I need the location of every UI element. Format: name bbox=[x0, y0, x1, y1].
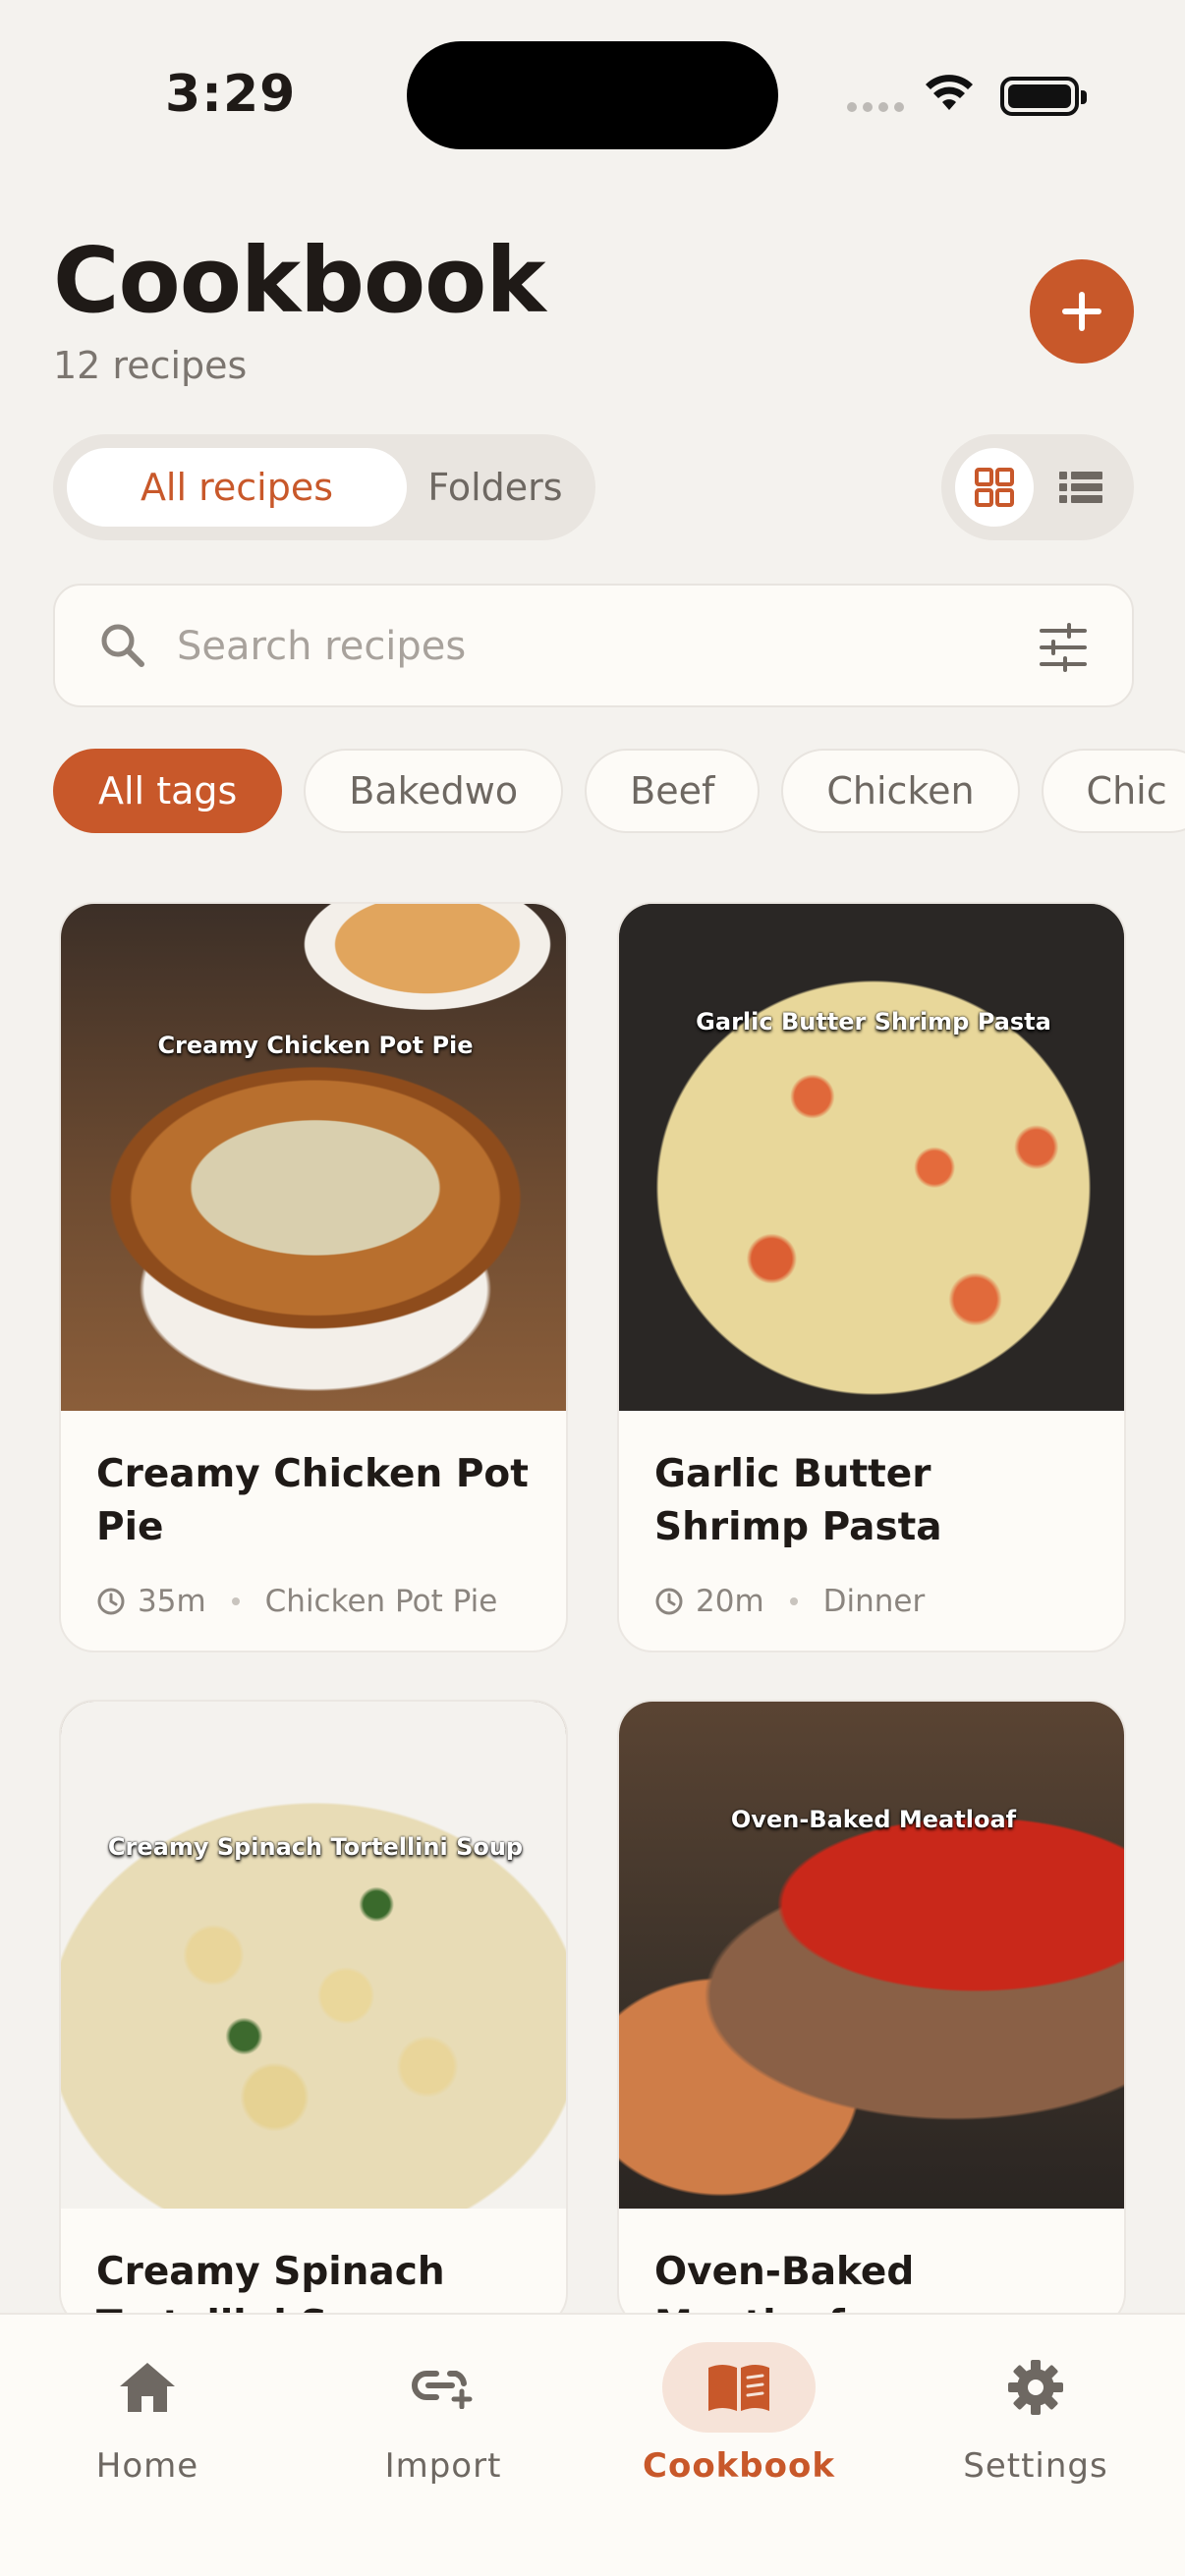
tag-chip[interactable]: Beef bbox=[585, 749, 761, 833]
page-title: Cookbook bbox=[53, 228, 546, 333]
cellular-signal-icon bbox=[847, 102, 904, 112]
search-bar bbox=[53, 584, 1134, 707]
battery-icon bbox=[1000, 77, 1087, 116]
recipe-image: Oven-Baked Meatloaf bbox=[619, 1702, 1124, 2209]
wifi-icon bbox=[926, 75, 973, 110]
clock-icon bbox=[655, 1588, 683, 1615]
image-caption: Creamy Spinach Tortellini Soup bbox=[107, 1833, 524, 1861]
add-recipe-button[interactable] bbox=[1030, 259, 1134, 364]
link-plus-icon bbox=[412, 2371, 473, 2409]
nav-home[interactable]: Home bbox=[29, 2342, 265, 2490]
grid-view-button[interactable] bbox=[955, 448, 1034, 527]
plus-icon bbox=[1062, 292, 1101, 331]
clock-icon bbox=[97, 1588, 125, 1615]
status-time: 3:29 bbox=[165, 65, 297, 124]
tag-chip[interactable]: Chicken bbox=[781, 749, 1020, 833]
segment-all-recipes[interactable]: All recipes bbox=[67, 448, 407, 527]
recipe-meta: 20m Dinner bbox=[654, 1584, 925, 1619]
meta-separator bbox=[789, 1597, 798, 1605]
recipe-image: Creamy Chicken Pot Pie bbox=[61, 904, 566, 1411]
list-icon bbox=[1059, 472, 1102, 503]
nav-label: Cookbook bbox=[643, 2446, 835, 2486]
tag-chip[interactable]: Bakedwo bbox=[304, 749, 564, 833]
recipe-card[interactable]: Oven-Baked Meatloaf Oven-Baked Meatloaf bbox=[617, 1700, 1126, 2328]
nav-label: Home bbox=[95, 2446, 199, 2486]
bottom-nav: Home Import Cookbook Settings bbox=[0, 2313, 1185, 2576]
recipe-card[interactable]: Garlic Butter Shrimp Pasta Garlic Butter… bbox=[617, 902, 1126, 1652]
recipe-title: Garlic Butter Shrimp Pasta bbox=[654, 1452, 942, 1549]
recipe-card[interactable]: Creamy Chicken Pot Pie Creamy Chicken Po… bbox=[59, 902, 568, 1652]
image-caption: Oven-Baked Meatloaf bbox=[730, 1806, 1017, 1833]
nav-settings[interactable]: Settings bbox=[918, 2342, 1154, 2490]
recipe-card[interactable]: Creamy Spinach Tortellini Soup Creamy Sp… bbox=[59, 1700, 568, 2328]
recipe-image: Garlic Butter Shrimp Pasta bbox=[619, 904, 1124, 1411]
nav-cookbook[interactable]: Cookbook bbox=[621, 2342, 857, 2490]
image-caption: Creamy Chicken Pot Pie bbox=[157, 1032, 474, 1059]
book-icon bbox=[708, 2365, 769, 2411]
screen: 3:29 Cookbook 12 recipes All recipes Fol… bbox=[0, 0, 1185, 2576]
recipe-meta: 35m Chicken Pot Pie bbox=[96, 1584, 497, 1619]
meta-separator bbox=[231, 1597, 240, 1605]
nav-label: Import bbox=[384, 2446, 502, 2486]
grid-icon bbox=[975, 468, 1014, 507]
segment-folders[interactable]: Folders bbox=[407, 448, 584, 527]
gear-icon bbox=[1008, 2360, 1063, 2415]
recipe-time: 20m bbox=[696, 1584, 764, 1619]
nav-import[interactable]: Import bbox=[325, 2342, 561, 2490]
recipe-title: Creamy Chicken Pot Pie bbox=[96, 1452, 529, 1549]
layout-toggle bbox=[941, 434, 1134, 540]
tag-filter-row: All tags Bakedwo Beef Chicken Chic bbox=[53, 749, 1185, 837]
image-caption: Garlic Butter Shrimp Pasta bbox=[696, 1008, 1051, 1036]
list-view-button[interactable] bbox=[1042, 448, 1120, 527]
tag-chip[interactable]: Chic bbox=[1041, 749, 1185, 833]
search-icon bbox=[101, 624, 144, 667]
filter-sliders-icon[interactable] bbox=[1038, 623, 1089, 672]
recipe-time: 35m bbox=[138, 1584, 206, 1619]
recipe-image: Creamy Spinach Tortellini Soup bbox=[61, 1702, 566, 2209]
tag-chip-all[interactable]: All tags bbox=[53, 749, 283, 833]
nav-label: Settings bbox=[963, 2446, 1108, 2486]
home-icon bbox=[120, 2363, 175, 2412]
dynamic-island bbox=[407, 41, 778, 149]
view-segmented-control: All recipes Folders bbox=[53, 434, 595, 540]
recipe-tag: Chicken Pot Pie bbox=[264, 1584, 498, 1619]
recipe-count: 12 recipes bbox=[53, 344, 248, 387]
search-input[interactable] bbox=[177, 609, 1042, 684]
recipe-tag: Dinner bbox=[822, 1584, 926, 1619]
